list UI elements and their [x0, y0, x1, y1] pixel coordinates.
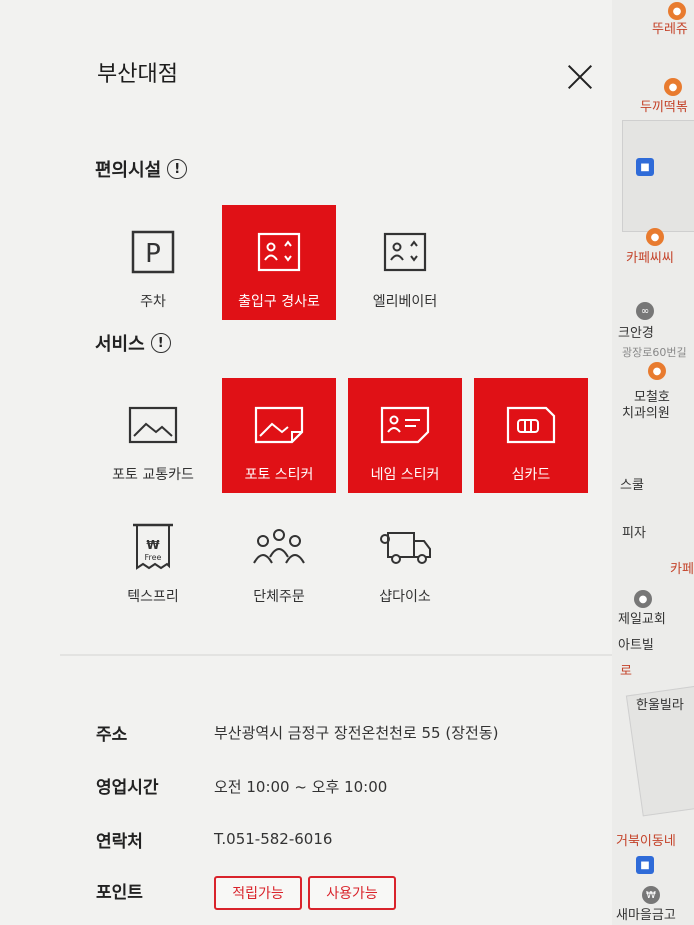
service-label: 네임 스티커 — [370, 467, 440, 483]
elevator-icon — [383, 229, 427, 275]
map-label: 광장로60번길 — [622, 346, 687, 359]
cafe-pin-icon[interactable]: ● — [646, 228, 664, 246]
parking-icon: P — [131, 229, 175, 275]
restaurant-pin-icon[interactable]: ● — [664, 78, 682, 96]
service-label: 단체주문 — [253, 589, 305, 605]
service-tax-free[interactable]: ₩ Free 텍스프리 — [96, 500, 210, 615]
tax-free-icon: ₩ Free — [131, 523, 175, 570]
photo-sticker-icon — [254, 402, 304, 448]
service-label: 포토 교통카드 — [112, 467, 194, 483]
hours-value: 오전 10:00 ~ 오후 10:00 — [214, 778, 388, 796]
section-divider — [60, 654, 612, 656]
delivery-truck-icon — [378, 524, 432, 570]
free-text: Free — [144, 553, 162, 562]
facility-ramp[interactable]: 출입구 경사로 — [222, 205, 336, 320]
info-icon[interactable]: ! — [150, 333, 171, 353]
contact-label: 연락처 — [96, 832, 143, 852]
service-photo-card[interactable]: 포토 교통카드 — [96, 378, 210, 493]
store-detail-panel: 부산대점 편의시설 ! P 주차 출입구 경사로 엘리베이터 서비스 ! 포토 … — [0, 0, 612, 925]
service-name-sticker[interactable]: 네임 스티커 — [348, 378, 462, 493]
info-icon[interactable]: ! — [167, 159, 188, 179]
points-earn-badge: 적립가능 — [214, 876, 302, 910]
map-label: 한울빌라 — [636, 698, 684, 713]
map-label: 로 — [620, 664, 632, 679]
points-label: 포인트 — [96, 883, 143, 903]
bus-stop-icon[interactable]: ■ — [636, 158, 654, 176]
address-label: 주소 — [96, 725, 128, 745]
ramp-icon — [257, 229, 301, 275]
church-pin-icon[interactable]: ● — [634, 590, 652, 608]
map-label: 거북이동네 — [616, 834, 676, 849]
map-label: 두끼떡볶 — [640, 100, 688, 115]
map-label: 제일교회 — [618, 612, 666, 627]
services-title: 서비스 — [95, 334, 145, 355]
map-label: 스쿨 — [620, 478, 644, 493]
facility-parking[interactable]: P 주차 — [96, 205, 210, 320]
map-label: 크안경 — [618, 326, 654, 341]
facilities-title: 편의시설 — [95, 160, 162, 181]
map-label: 카페씨씨 — [626, 251, 674, 266]
store-title: 부산대점 — [97, 62, 178, 87]
facility-elevator[interactable]: 엘리베이터 — [348, 205, 462, 320]
svg-text:P: P — [145, 239, 161, 269]
hours-label: 영업시간 — [96, 778, 159, 798]
facilities-heading: 편의시설 ! — [95, 156, 188, 182]
glasses-pin-icon[interactable]: ∞ — [636, 302, 654, 320]
facility-label: 출입구 경사로 — [238, 294, 320, 310]
service-label: 텍스프리 — [127, 589, 179, 605]
service-label: 포토 스티커 — [244, 467, 314, 483]
services-heading: 서비스 ! — [95, 330, 171, 356]
service-group-order[interactable]: 단체주문 — [222, 500, 336, 615]
sim-card-icon — [506, 402, 556, 448]
photo-card-icon — [128, 402, 178, 448]
name-sticker-icon — [380, 402, 430, 448]
service-sim-card[interactable]: 심카드 — [474, 378, 588, 493]
map-label: 카페 — [670, 562, 694, 577]
map-label: 아트빌 — [618, 638, 654, 653]
map-label: 피자 — [622, 526, 646, 541]
facility-label: 주차 — [140, 294, 166, 310]
address-value: 부산광역시 금정구 장전온천천로 55 (장전동) — [214, 724, 499, 742]
service-label: 심카드 — [511, 467, 551, 483]
map-label: 치과의원 — [622, 406, 670, 421]
close-icon[interactable] — [566, 63, 594, 91]
bank-pin-icon[interactable]: ₩ — [642, 886, 660, 904]
bus-stop-icon[interactable]: ■ — [636, 856, 654, 874]
map-label: 새마을금고 — [616, 908, 676, 923]
map-label: 뚜레쥬 — [652, 22, 688, 37]
map-view[interactable]: ● 뚜레쥬 ● 두끼떡볶 ■ ● 카페씨씨 ∞ 크안경 광장로60번길 ● 모철… — [612, 0, 694, 925]
hospital-pin-icon[interactable]: ● — [648, 362, 666, 380]
service-label: 샵다이소 — [379, 589, 431, 605]
won-symbol: ₩ — [146, 538, 160, 552]
contact-value[interactable]: T.051-582-6016 — [214, 830, 332, 848]
service-photo-sticker[interactable]: 포토 스티커 — [222, 378, 336, 493]
service-shop-daiso[interactable]: 샵다이소 — [348, 500, 462, 615]
facility-label: 엘리베이터 — [372, 294, 438, 310]
group-order-icon — [252, 524, 306, 570]
map-block — [622, 120, 694, 232]
points-use-badge: 사용가능 — [308, 876, 396, 910]
